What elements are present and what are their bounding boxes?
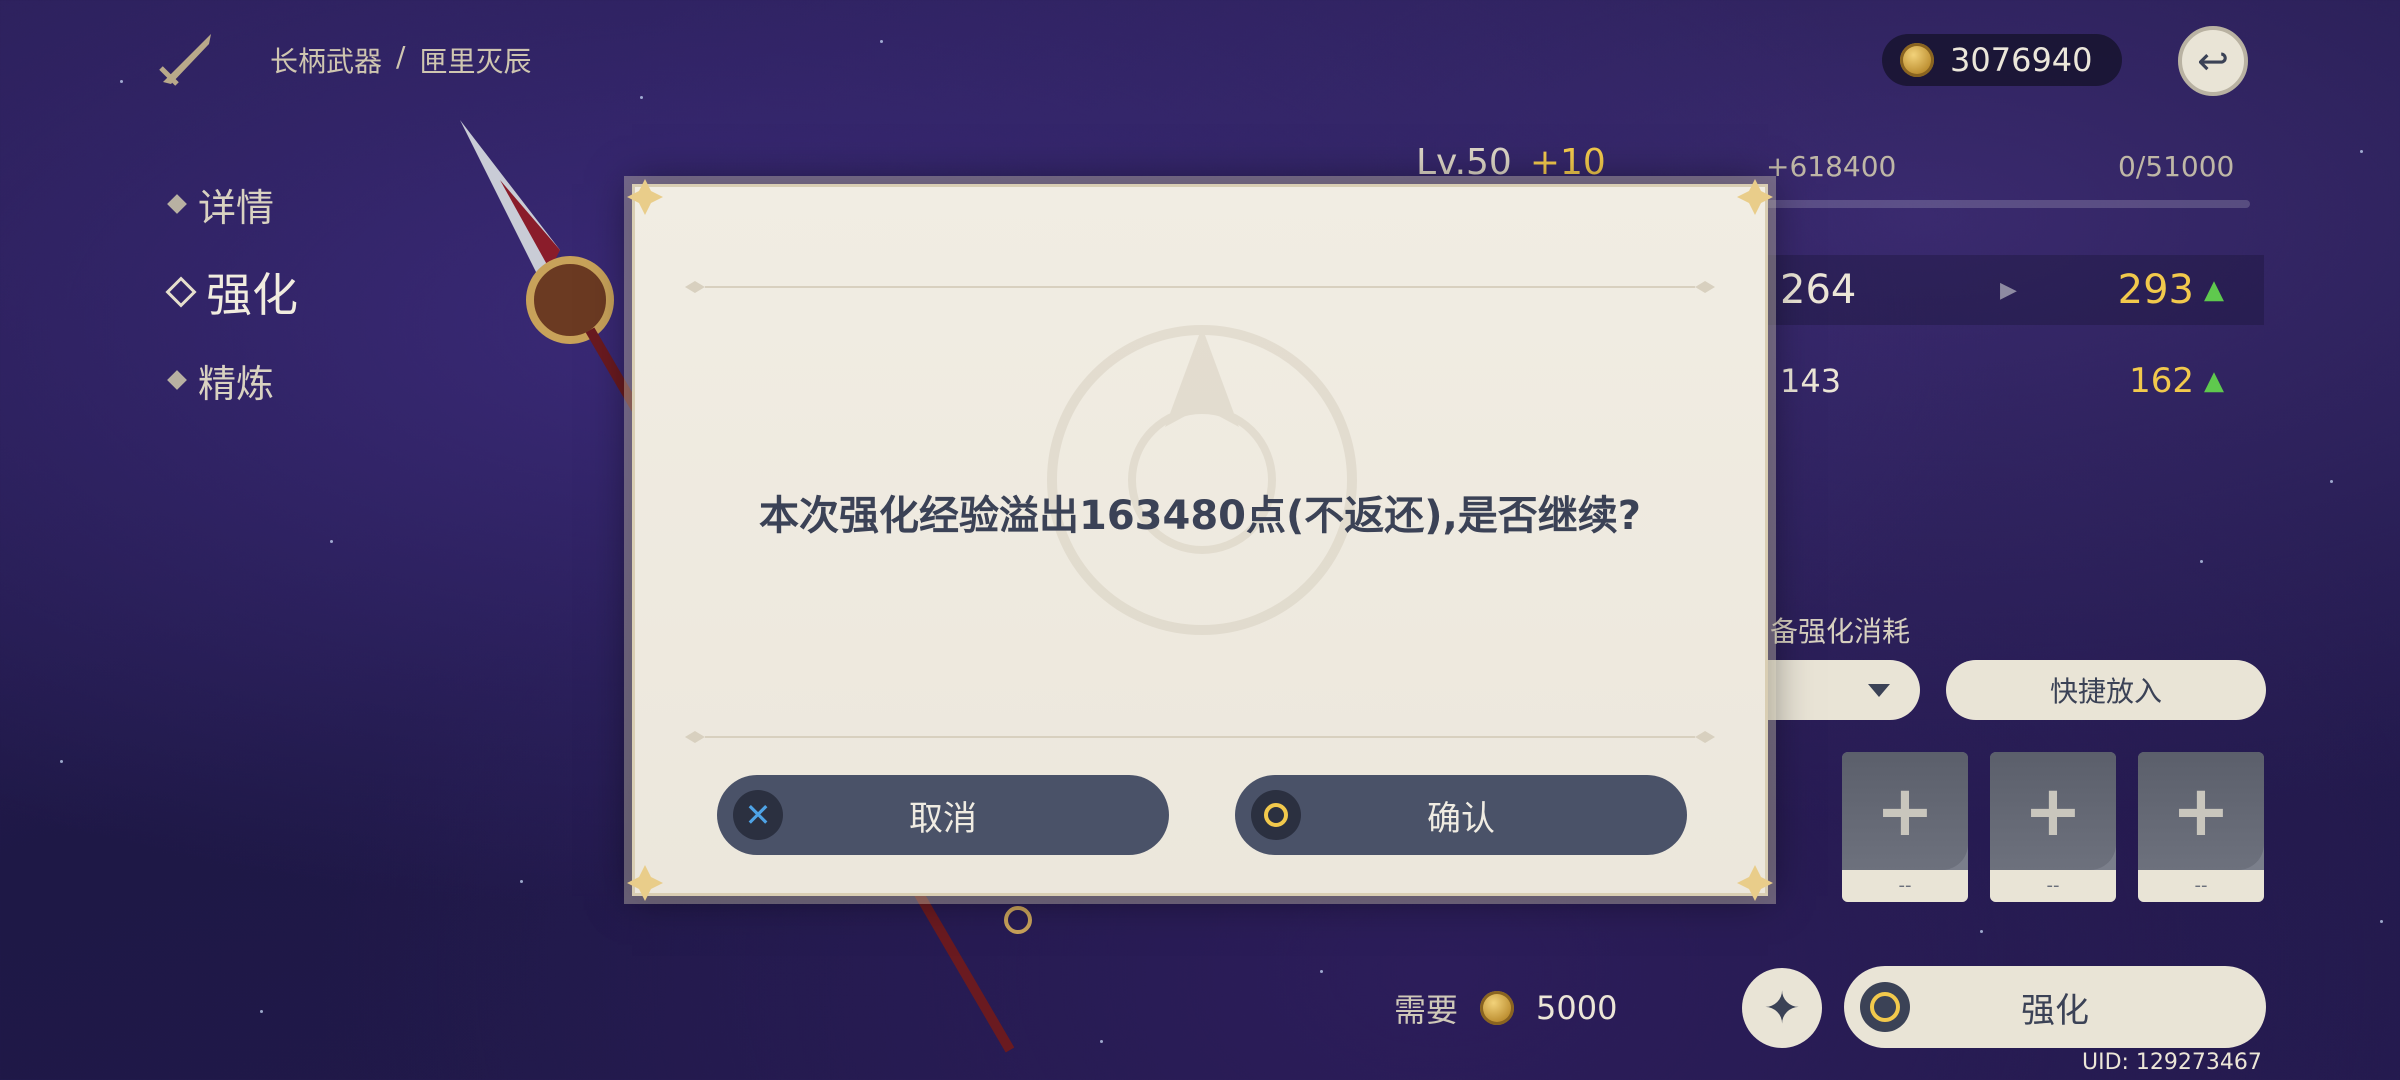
cancel-label: 取消	[909, 798, 977, 839]
sidebar-item-enhance[interactable]: 强化	[165, 248, 298, 336]
level-increase: +10	[1529, 142, 1606, 183]
stat-current: 143	[1780, 362, 1842, 400]
back-arrow-icon: ↩	[2197, 39, 2229, 83]
mora-coin-icon	[1480, 991, 1515, 1025]
sidebar-item-label: 详情	[198, 185, 275, 230]
corner-ornament-icon	[1735, 863, 1775, 903]
uid-text: UID: 129273467	[2082, 1050, 2262, 1075]
material-slot[interactable]: + --	[1842, 752, 1968, 902]
need-label: 需要	[1394, 991, 1459, 1029]
corner-ornament-icon	[625, 863, 665, 903]
slot-count: --	[2138, 870, 2264, 902]
sidebar: 详情 强化 精炼	[165, 160, 298, 424]
breadcrumb: 长柄武器 / 匣里灭辰	[270, 40, 531, 80]
corner-ornament-icon	[625, 177, 665, 217]
overflow-confirm-dialog: 本次强化经验溢出163480点(不返还),是否继续? ✕ 取消 确认	[627, 179, 1773, 901]
level-text: Lv.50	[1416, 142, 1512, 183]
sparkle-icon: ✦	[1763, 982, 1801, 1034]
emblem-watermark-icon	[1029, 307, 1375, 653]
corner-ornament-icon	[1735, 177, 1775, 217]
sparkle-button[interactable]: ✦	[1742, 968, 1822, 1048]
mora-value: 3076940	[1950, 41, 2093, 79]
diamond-icon	[167, 370, 187, 390]
diamond-icon	[167, 194, 187, 214]
cancel-button[interactable]: ✕ 取消	[717, 775, 1169, 855]
breadcrumb-item: 匣里灭辰	[419, 45, 532, 78]
diamond-icon	[165, 276, 197, 308]
enhance-cost: 需要 5000	[1394, 985, 1617, 1031]
stat-next: 293	[2117, 267, 2194, 313]
exp-progress-text: 0/51000	[2118, 150, 2235, 183]
breadcrumb-separator: /	[396, 40, 406, 73]
materials-title: 备强化消耗	[1770, 615, 1911, 648]
material-slot[interactable]: + --	[1990, 752, 2116, 902]
enhance-label: 强化	[2021, 990, 2089, 1031]
mora-counter: 3076940	[1882, 34, 2122, 86]
confirm-label: 确认	[1427, 798, 1495, 839]
arrow-right-icon: ▶	[2000, 277, 2017, 303]
plus-icon: +	[1842, 752, 1968, 870]
plus-icon: +	[1990, 752, 2116, 870]
mora-coin-icon	[1900, 43, 1934, 77]
stat-next: 162	[2129, 361, 2194, 401]
polearm-icon	[155, 28, 217, 90]
sidebar-item-refine[interactable]: 精炼	[167, 336, 298, 424]
divider-bottom	[685, 729, 1715, 745]
need-cost-value: 5000	[1536, 989, 1618, 1027]
circle-o-icon	[1860, 982, 1910, 1032]
weapon-level: Lv.50 +10	[1416, 142, 1606, 183]
sidebar-item-label: 精炼	[198, 361, 275, 406]
chevron-down-icon	[1868, 684, 1890, 697]
quick-add-button[interactable]: 快捷放入	[1946, 660, 2266, 720]
material-slot[interactable]: + --	[2138, 752, 2264, 902]
stat-current: 264	[1780, 267, 1857, 313]
circle-o-icon	[1251, 790, 1301, 840]
slot-count: --	[1990, 870, 2116, 902]
enhance-button[interactable]: 强化	[1844, 966, 2266, 1048]
arrow-up-icon: ▲	[2204, 275, 2224, 305]
arrow-up-icon: ▲	[2204, 366, 2224, 396]
confirm-button[interactable]: 确认	[1235, 775, 1687, 855]
plus-icon: +	[2138, 752, 2264, 870]
close-icon: ✕	[733, 790, 783, 840]
dialog-message: 本次强化经验溢出163480点(不返还),是否继续?	[759, 493, 1641, 539]
breadcrumb-category[interactable]: 长柄武器	[270, 40, 382, 80]
exp-gain: +618400	[1766, 150, 1897, 183]
sidebar-item-label: 强化	[206, 268, 298, 322]
sidebar-item-details[interactable]: 详情	[167, 160, 298, 248]
back-button[interactable]: ↩	[2178, 26, 2248, 96]
divider-top	[685, 279, 1715, 295]
slot-count: --	[1842, 870, 1968, 902]
